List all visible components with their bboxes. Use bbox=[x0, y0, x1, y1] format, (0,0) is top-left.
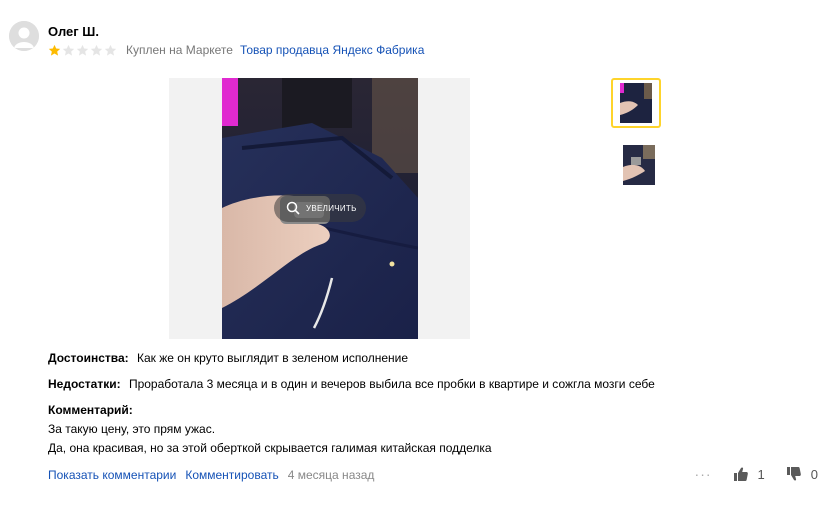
purchase-note: Куплен на Маркете bbox=[126, 43, 233, 57]
dislike-button[interactable]: 0 bbox=[786, 466, 818, 482]
more-dots-icon[interactable]: ··· bbox=[695, 466, 712, 482]
star-filled-icon bbox=[48, 44, 61, 56]
review-actions: ··· 1 0 bbox=[695, 466, 818, 482]
thumbnail-1-selected[interactable] bbox=[611, 78, 661, 128]
comment-line: За такую цену, это прям ужас. bbox=[48, 422, 216, 436]
review-date: 4 месяца назад bbox=[287, 468, 375, 482]
review-footer: Показать комментарии Комментировать 4 ме… bbox=[48, 468, 374, 482]
seller-link[interactable]: Товар продавца Яндекс Фабрика bbox=[240, 43, 424, 57]
like-button[interactable]: 1 bbox=[733, 466, 765, 482]
magnifier-icon bbox=[286, 201, 300, 215]
star-empty-icon bbox=[76, 44, 89, 56]
thumbnail-1-image bbox=[620, 83, 652, 123]
pros-text: Как же он круто выглядит в зеленом испол… bbox=[137, 351, 409, 365]
thumbs-up-icon bbox=[733, 467, 748, 481]
review-meta: Куплен на Маркете Товар продавца Яндекс … bbox=[48, 42, 424, 58]
rating-stars bbox=[48, 44, 117, 57]
user-avatar-icon bbox=[9, 21, 39, 51]
comment-row: Комментарий: bbox=[48, 403, 138, 417]
cons-label: Недостатки: bbox=[48, 377, 121, 391]
star-empty-icon bbox=[62, 44, 75, 56]
cons-row: Недостатки: Проработала 3 месяца и в оди… bbox=[48, 377, 655, 391]
thumbs-down-icon bbox=[786, 467, 801, 481]
zoom-button[interactable]: УВЕЛИЧИТЬ bbox=[274, 194, 366, 222]
comment-line: Да, она красивая, но за этой оберткой ск… bbox=[48, 441, 492, 455]
avatar[interactable] bbox=[9, 21, 39, 51]
author-name[interactable]: Олег Ш. bbox=[48, 24, 99, 39]
cons-text: Проработала 3 месяца и в один и вечеров … bbox=[128, 377, 655, 391]
pros-label: Достоинства: bbox=[48, 351, 129, 365]
review-photo-viewer: УВЕЛИЧИТЬ bbox=[169, 78, 470, 339]
comment-link[interactable]: Комментировать bbox=[185, 468, 278, 482]
comment-label: Комментарий: bbox=[48, 403, 133, 417]
thumbnail-2[interactable] bbox=[623, 145, 655, 185]
thumb-image bbox=[620, 83, 652, 123]
like-count: 1 bbox=[757, 466, 765, 482]
zoom-label: УВЕЛИЧИТЬ bbox=[306, 203, 357, 213]
star-empty-icon bbox=[104, 44, 117, 56]
thumb-image bbox=[623, 145, 655, 185]
dislike-count: 0 bbox=[810, 466, 818, 482]
pros-row: Достоинства: Как же он круто выглядит в … bbox=[48, 351, 408, 365]
review-photo[interactable]: УВЕЛИЧИТЬ bbox=[222, 78, 418, 339]
show-comments-link[interactable]: Показать комментарии bbox=[48, 468, 176, 482]
star-empty-icon bbox=[90, 44, 103, 56]
